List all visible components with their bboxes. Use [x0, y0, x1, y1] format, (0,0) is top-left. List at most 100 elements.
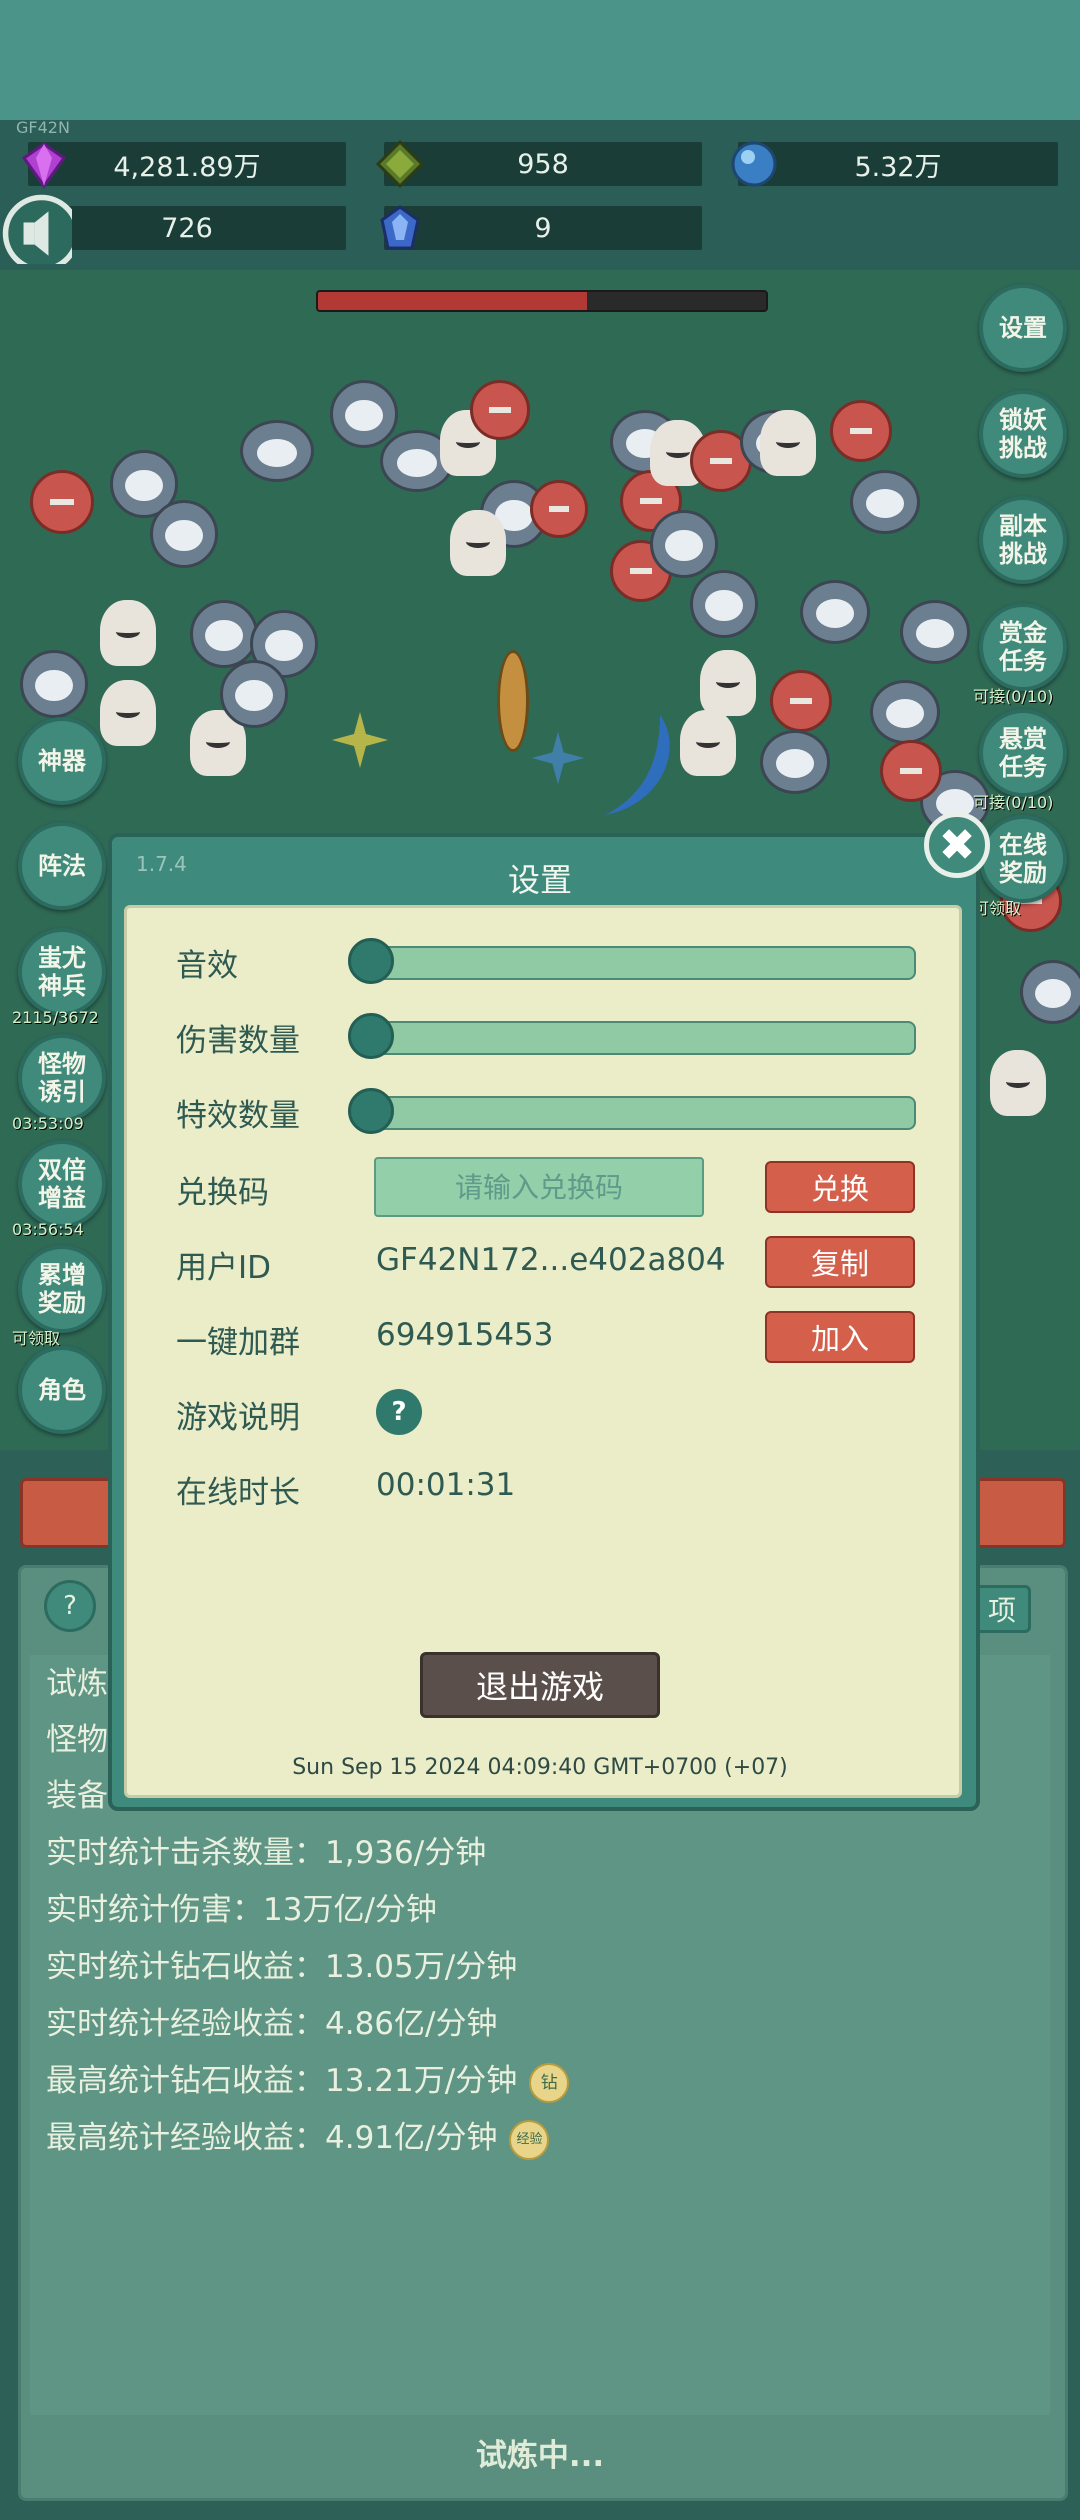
stat-line-partial: 怪物	[46, 1722, 108, 1758]
game-tag: GF42N	[16, 118, 70, 137]
boss-hp-bar	[316, 290, 768, 312]
left-menu-button[interactable]: 累增 奖励	[18, 1245, 106, 1333]
shuriken-effect-icon	[332, 712, 388, 768]
left-menu-button[interactable]: 阵法	[18, 822, 106, 910]
ghost-monster	[680, 710, 736, 776]
row2-counter: 726	[2, 194, 346, 264]
left-menu-button[interactable]: 神器	[18, 717, 106, 805]
stat-kills: 实时统计击杀数量：1,936/分钟	[46, 1835, 487, 1871]
exp-chip-icon: 经验	[509, 2119, 550, 2160]
bird-monster	[850, 470, 920, 534]
gem-counter: 958	[375, 139, 702, 189]
orb-counter: 5.32万	[731, 141, 1058, 187]
bird-monster	[870, 680, 940, 744]
left-menu-status: 可领取	[12, 1329, 61, 1348]
join-group-button[interactable]: 加入	[765, 1311, 915, 1363]
crystal-counter: 9	[380, 205, 702, 250]
crystal-value: 9	[534, 212, 552, 244]
stats-help-button[interactable]: ?	[44, 1580, 96, 1632]
stat-max-diamond: 最高统计钻石收益：13.21万/分钟钻	[46, 2055, 570, 2103]
right-menu-status: 可领取	[973, 899, 1022, 918]
imp-monster	[830, 400, 892, 462]
ghost-monster	[100, 600, 156, 666]
gem-value: 958	[517, 148, 569, 180]
left-menu-button[interactable]: 角色	[18, 1346, 106, 1434]
bird-monster	[800, 580, 870, 644]
redeem-label: 兑换码	[176, 1175, 269, 1211]
sound-toggle-icon[interactable]	[0, 192, 72, 264]
stat-diamond-income: 实时统计钻石收益：13.05万/分钟	[46, 1949, 518, 1985]
instructions-label: 游戏说明	[176, 1400, 300, 1436]
copy-button[interactable]: 复制	[765, 1236, 915, 1288]
right-menu-button[interactable]: 赏金 任务	[979, 603, 1067, 691]
left-menu-status: 03:53:09	[12, 1114, 84, 1133]
slider-knob[interactable]	[348, 1013, 394, 1059]
orb-value: 5.32万	[854, 151, 942, 183]
ghost-monster	[450, 510, 506, 576]
diamond-counter: 4,281.89万	[21, 142, 346, 189]
hero-character	[497, 650, 529, 752]
dialog-title: 设置	[507, 861, 572, 899]
slider-knob[interactable]	[348, 1088, 394, 1134]
exit-game-button[interactable]: 退出游戏	[420, 1652, 660, 1718]
slider-knob[interactable]	[348, 938, 394, 984]
bird-monster	[20, 650, 88, 718]
diamond-value: 4,281.89万	[113, 151, 261, 183]
help-icon[interactable]: ?	[376, 1389, 422, 1435]
blue-orb-icon	[731, 141, 777, 187]
bird-monster	[690, 570, 758, 638]
slash-effect-icon	[605, 715, 670, 815]
trial-status: 试炼中...	[475, 2438, 605, 2474]
right-menu-status: 可接(0/10)	[973, 687, 1054, 706]
blue-crystal-icon	[380, 205, 420, 250]
left-menu-button[interactable]: 怪物 诱引	[18, 1034, 106, 1122]
bird-monster	[650, 510, 718, 578]
imp-monster	[530, 480, 588, 538]
right-menu-button[interactable]: 设置	[979, 284, 1067, 372]
redeem-button[interactable]: 兑换	[765, 1161, 915, 1213]
bird-monster	[240, 420, 314, 482]
stat-line-partial: 试炼	[46, 1666, 108, 1702]
left-menu-status: 2115/3672	[12, 1008, 99, 1027]
stat-line-partial: 装备	[46, 1778, 108, 1814]
ghost-monster	[760, 410, 816, 476]
right-menu-button[interactable]: 在线 奖励	[979, 815, 1067, 903]
stat-exp-income: 实时统计经验收益：4.86亿/分钟	[46, 2006, 498, 2042]
left-menu-button[interactable]: 蚩尤 神兵	[18, 928, 106, 1016]
stats-options-label: 项	[987, 1594, 1016, 1627]
imp-monster	[880, 740, 942, 802]
right-menu-status: 可接(0/10)	[973, 793, 1054, 812]
right-menu-button[interactable]: 锁妖 挑战	[979, 390, 1067, 478]
user-id-value: GF42N172...e402a804	[376, 1242, 726, 1278]
right-menu-button[interactable]: 副本 挑战	[979, 496, 1067, 584]
boss-hp-fill	[318, 292, 587, 310]
timestamp: Sun Sep 15 2024 04:09:40 GMT+0700 (+07)	[292, 1755, 788, 1780]
close-icon[interactable]: ✖	[924, 812, 990, 878]
group-number: 694915453	[376, 1317, 554, 1353]
bird-monster	[220, 660, 288, 728]
bird-monster	[1020, 960, 1080, 1024]
damage-count-slider[interactable]	[348, 1013, 916, 1059]
group-label: 一键加群	[176, 1325, 300, 1361]
bird-monster	[330, 380, 398, 448]
left-menu-button[interactable]: 双倍 增益	[18, 1140, 106, 1228]
right-menu-button[interactable]: 悬赏 任务	[979, 709, 1067, 797]
user-id-label: 用户ID	[176, 1250, 272, 1286]
damage-count-label: 伤害数量	[176, 1023, 300, 1059]
effects-count-slider[interactable]	[348, 1088, 916, 1134]
sound-slider[interactable]	[348, 938, 916, 984]
redeem-code-input[interactable]	[374, 1157, 704, 1217]
diamond-icon	[21, 142, 67, 189]
left-menu-status: 03:56:54	[12, 1220, 84, 1239]
bird-monster	[760, 730, 830, 794]
bird-monster	[190, 600, 258, 668]
stat-max-exp: 最高统计经验收益：4.91亿/分钟 经验	[46, 2112, 550, 2160]
online-time-value: 00:01:31	[376, 1467, 516, 1503]
effects-count-label: 特效数量	[176, 1098, 300, 1134]
imp-monster	[470, 380, 530, 440]
diamond-chip-icon: 钻	[529, 2062, 570, 2103]
online-time-label: 在线时长	[176, 1475, 300, 1511]
sound-label: 音效	[176, 948, 238, 984]
top-status-area	[0, 0, 1080, 120]
stat-max-exp-text: 最高统计经验收益：4.91亿/分钟	[46, 2120, 498, 2156]
